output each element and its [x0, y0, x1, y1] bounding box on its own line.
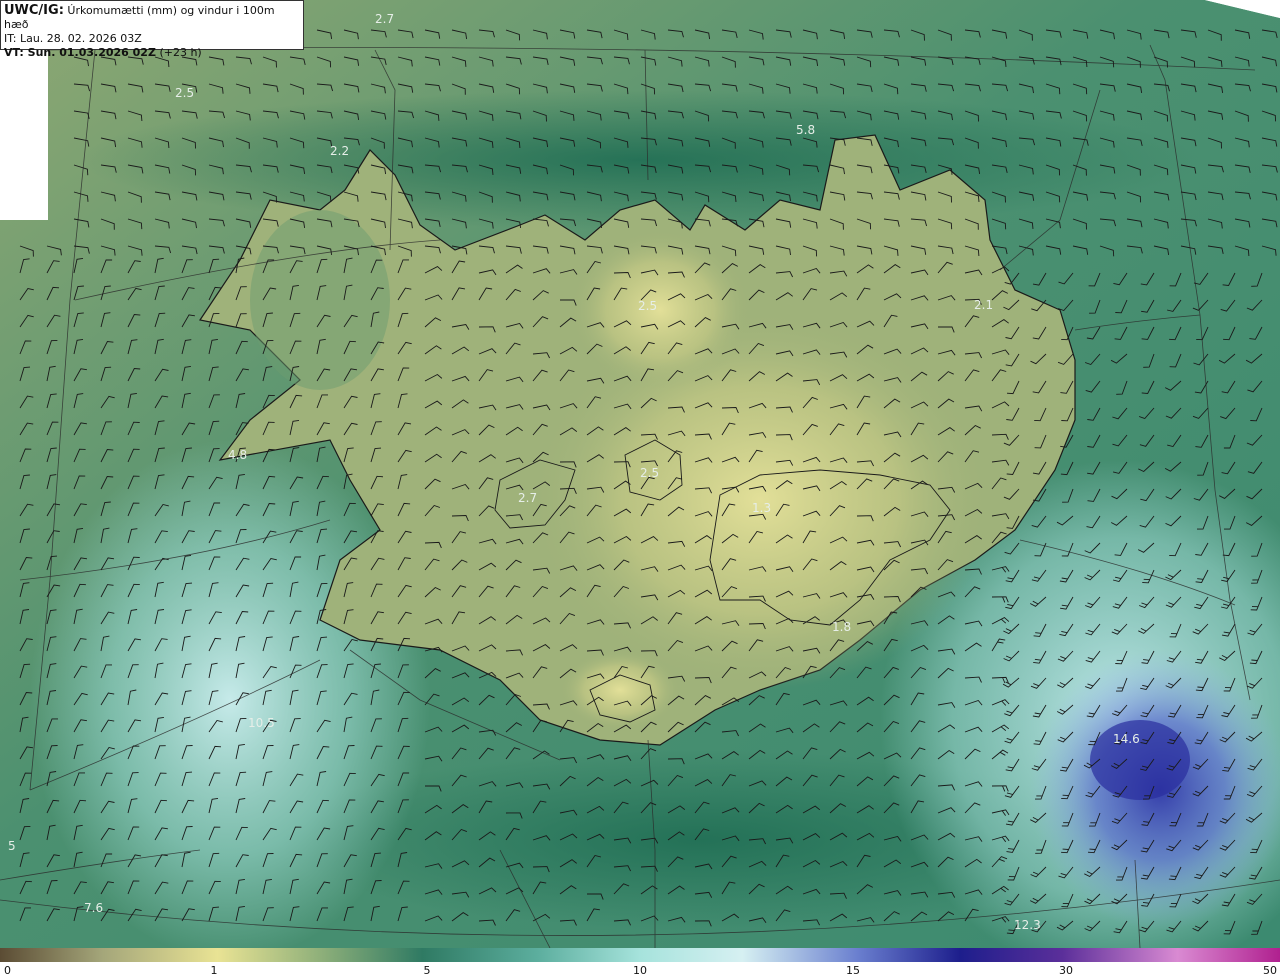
lead-time: (+23 h) — [159, 46, 202, 59]
colorbar-tick: 10 — [633, 964, 647, 977]
map-label: 1.8 — [832, 620, 851, 634]
map-label: 5 — [8, 839, 16, 853]
title-line: UWC/IG: Úrkomumætti (mm) og vindur i 100… — [4, 4, 300, 32]
init-time: IT: Lau. 28. 02. 2026 03Z — [4, 32, 142, 45]
colorbar-tick: 0 — [4, 964, 11, 977]
colorbar-ticks: 0 1 5 10 15 30 50 — [0, 962, 1280, 978]
map-label: 2.5 — [175, 86, 194, 100]
map-label: 2.2 — [330, 144, 349, 158]
map-label: 2.5 — [638, 299, 657, 313]
colorbar-tick: 5 — [423, 964, 431, 977]
colorbar-tick: 50 — [1263, 964, 1277, 977]
map-label: 4.8 — [228, 448, 247, 462]
map-label: 2.1 — [974, 298, 993, 312]
precipitation-wind-map: 2.7 2.5 2.2 5.8 2.5 2.1 4.8 2.7 2.5 1.3 … — [0, 0, 1280, 948]
map-label: 12.3 — [1014, 918, 1041, 932]
map-label: 2.7 — [518, 491, 537, 505]
colorbar-strip — [0, 948, 1280, 962]
west-green-land — [250, 210, 390, 390]
colorbar-tick: 30 — [1059, 964, 1073, 977]
south-yellow — [560, 650, 680, 730]
north-yellow — [570, 230, 750, 390]
valid-time: VT: Sun. 01.03.2026 02Z — [4, 46, 156, 59]
map-label: 14.6 — [1113, 732, 1140, 746]
model-tag: UWC/IG: — [4, 3, 64, 18]
colorbar-tick: 1 — [210, 964, 218, 977]
map-label: 2.5 — [640, 466, 659, 480]
map-label: 2.7 — [375, 12, 394, 26]
map-label: 1.3 — [752, 501, 771, 515]
precip-cyan-west — [30, 440, 430, 948]
map-label: 10.5 — [248, 716, 275, 730]
map-label: 5.8 — [796, 123, 815, 137]
map-label: 7.6 — [84, 901, 103, 915]
valid-time-line: VT: Sun. 01.03.2026 02Z (+23 h) — [4, 46, 300, 60]
map-info-box: UWC/IG: Úrkomumætti (mm) og vindur i 100… — [0, 0, 304, 59]
precip-colorbar — [0, 948, 1280, 962]
colorbar-tick: 15 — [846, 964, 860, 977]
precip-blue-core — [1090, 720, 1190, 800]
